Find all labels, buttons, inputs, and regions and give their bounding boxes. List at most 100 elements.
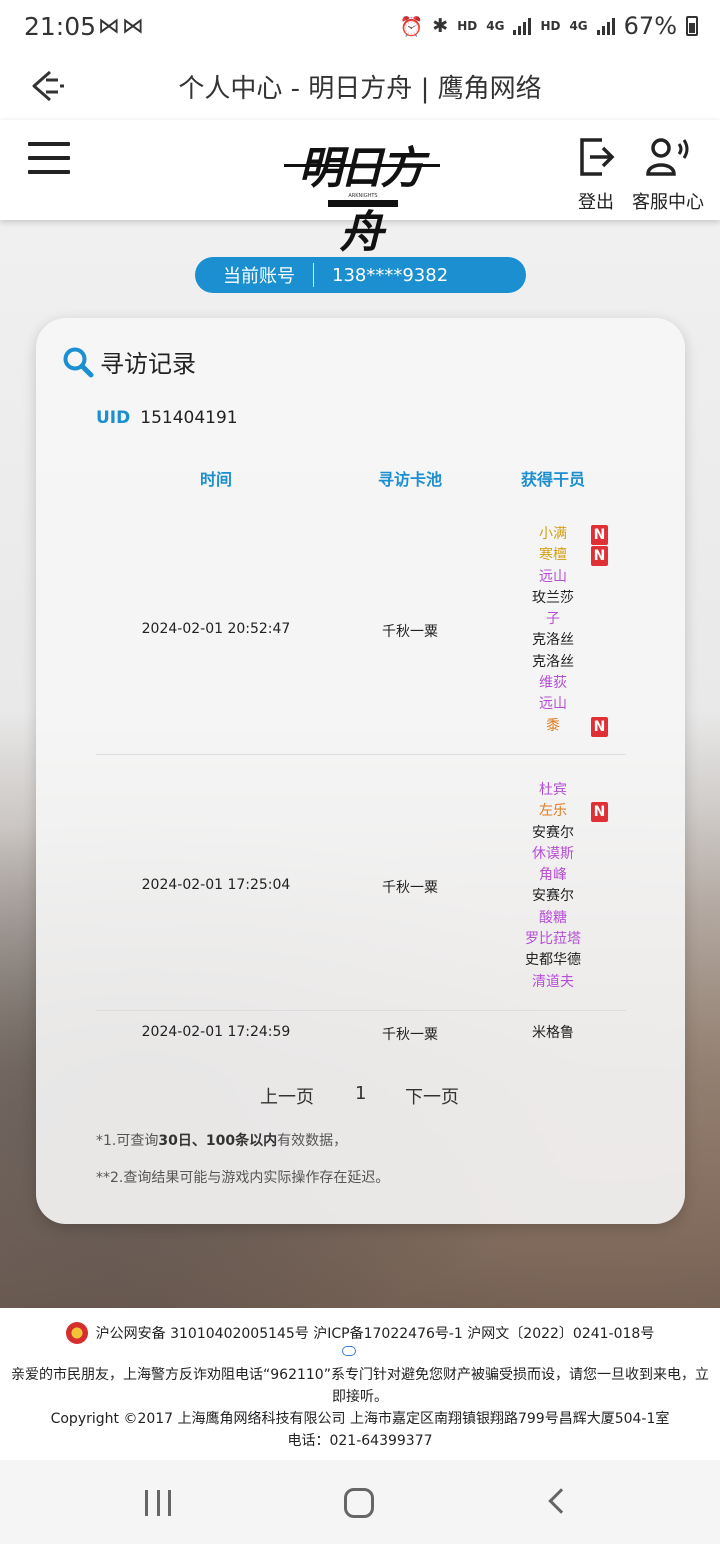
prev-page-button[interactable]: 上一页 [260,1083,314,1109]
battery-icon [686,16,698,36]
operator-name: 远山 [539,568,567,585]
bluetooth-icon: ✱ [432,15,449,37]
operator-item: 酸糖 [503,908,603,929]
record-pool: 千秋一粟 [382,1027,438,1043]
operator-item: 安赛尔 [503,823,603,844]
current-account-pill: 当前账号 138****9382 [195,257,526,293]
network-label-2: 4G [569,19,588,33]
home-icon[interactable] [344,1488,374,1518]
operator-item: 子 [503,609,603,630]
operator-name: 小满 [539,526,567,542]
logo-subtext: ARKNIGHTS [348,193,378,199]
operator-item: 远山 [503,567,603,588]
footer-license-text[interactable]: 沪公网安备 31010402005145号 沪ICP备17022476号-1 沪… [96,1323,655,1343]
card-title: 寻访记录 [62,344,196,379]
note-1-suffix: 有效数据， [277,1133,348,1149]
operator-item: 克洛丝 [503,652,603,673]
note-1-bold: 30日、100条以内 [158,1133,278,1149]
next-page-button[interactable]: 下一页 [405,1083,459,1109]
record-operators: 米格鲁 [503,1023,603,1044]
signal-icon-2 [596,17,615,35]
operator-name: 维荻 [539,675,567,692]
hd-label-1: HD [457,19,478,33]
operator-item: 玫兰莎 [503,588,603,609]
operator-item: 休谟斯 [503,844,603,865]
footer-antifraud-text: 亲爱的市民朋友，上海警方反诈劝阻电话“962110”系专门针对避免您财产被骗受损… [11,1367,709,1405]
note-2: **2.查询结果可能与游戏内实际操作存在延迟。 [96,1170,390,1186]
alarm-icon: ⏰ [399,15,424,38]
page-title: 个人中心 - 明日方舟 | 鹰角网络 [178,74,542,104]
card-title-text: 寻访记录 [100,350,196,378]
logo-line [284,164,440,167]
operator-name: 克洛丝 [532,632,574,649]
notification-icons: ⋈⋈ [98,14,146,39]
operator-name: 角峰 [539,867,567,884]
current-page: 1 [355,1083,367,1104]
site-header: 明日方舟 ARKNIGHTS 登出 客服中心 [0,120,720,258]
footer-copyright: Copyright ©2017 上海鹰角网络科技有限公司 上海市嘉定区南翔镇银翔… [50,1411,670,1427]
uid-label: UID [96,408,131,428]
customer-service-button[interactable]: 客服中心 [630,136,706,214]
new-badge: N [591,802,608,823]
record-time: 2024-02-01 20:52:47 [141,620,291,637]
uid-row: UID 151404191 [96,408,238,428]
operator-item: 维荻 [503,673,603,694]
menu-icon[interactable] [28,142,70,178]
system-nav-bar [0,1460,720,1544]
note-1-prefix: *1.可查询 [96,1133,159,1149]
record-time: 2024-02-01 17:25:04 [141,876,291,893]
current-account-value: 138****9382 [332,264,449,286]
recent-apps-icon[interactable] [145,1490,171,1516]
customer-service-icon [646,138,689,176]
status-time: 21:05 [24,12,97,41]
operator-item: 克洛丝 [503,630,603,651]
footer: 沪公网安备 31010402005145号 沪ICP备17022476号-1 沪… [0,1308,720,1460]
operator-name: 安赛尔 [532,888,574,905]
operator-name: 史都华德 [525,952,581,969]
operator-item: 小满 N [503,524,608,545]
battery-percent: 67% [623,12,677,40]
network-label-1: 4G [486,19,505,33]
new-badge: N [591,716,608,737]
operator-item: 寒檀 N [503,545,608,567]
operator-name: 杜宾 [539,782,567,798]
row-divider [96,754,626,755]
operator-item: 黍N [503,716,608,737]
nav-back-icon[interactable] [548,1488,574,1514]
record-row: 2024-02-01 20:52:47 千秋一粟 小满 N 寒檀 N 远山 玫兰莎子克洛丝 克洛… [96,508,626,753]
operator-name: 酸糖 [539,909,567,926]
operator-item: 罗比菈塔 [503,929,603,950]
record-pool: 千秋一粟 [382,623,438,640]
record-pool: 千秋一粟 [382,879,438,896]
operator-name: 休谟斯 [532,845,574,862]
logout-label: 登出 [578,192,614,213]
gacha-record-card: 寻访记录 UID 151404191 时间 寻访卡池 获得干员 2024-02-0… [36,318,685,1224]
status-bar: 21:05 ⋈⋈ ⏰ ✱ HD 4G HD 4G 67% [0,0,720,56]
operator-name: 左乐 [539,803,567,820]
operator-item: 远山 [503,694,603,715]
record-operators: 小满 N 寒檀 N 远山 玫兰莎子克洛丝 克洛丝 维荻 远山黍 N [503,524,608,737]
record-time: 2024-02-01 17:24:59 [141,1024,291,1040]
operator-item: 角峰 [503,865,603,886]
logo[interactable]: 明日方舟 ARKNIGHTS [280,130,440,258]
operator-name: 远山 [539,696,567,713]
cert-icon[interactable] [342,1346,356,1356]
operator-name: 米格鲁 [532,1025,574,1042]
record-row: 2024-02-01 17:25:04 千秋一粟 杜宾 左乐 N 安赛尔 休谟斯 角峰 安赛尔酸… [96,764,626,1009]
new-badge: N [591,546,608,567]
logout-icon [580,138,615,176]
footer-license-row: 沪公网安备 31010402005145号 沪ICP备17022476号-1 沪… [0,1322,720,1344]
operator-item: 米格鲁 [503,1023,603,1044]
operator-name: 玫兰莎 [532,589,574,606]
operator-item: 左乐 N [503,801,608,823]
status-right: ⏰ ✱ HD 4G HD 4G 67% [400,12,698,40]
operator-item: 清道夫 [503,972,603,993]
operator-item: 史都华德 [503,950,603,971]
operator-item: 杜宾 [503,780,603,801]
logout-button[interactable]: 登出 [574,136,618,214]
logo-bar [328,200,398,207]
signal-icon-1 [513,17,532,35]
footer-phone: 电话：021-64399377 [287,1433,433,1449]
search-icon [63,347,94,377]
column-header-operators: 获得干员 [520,470,585,489]
